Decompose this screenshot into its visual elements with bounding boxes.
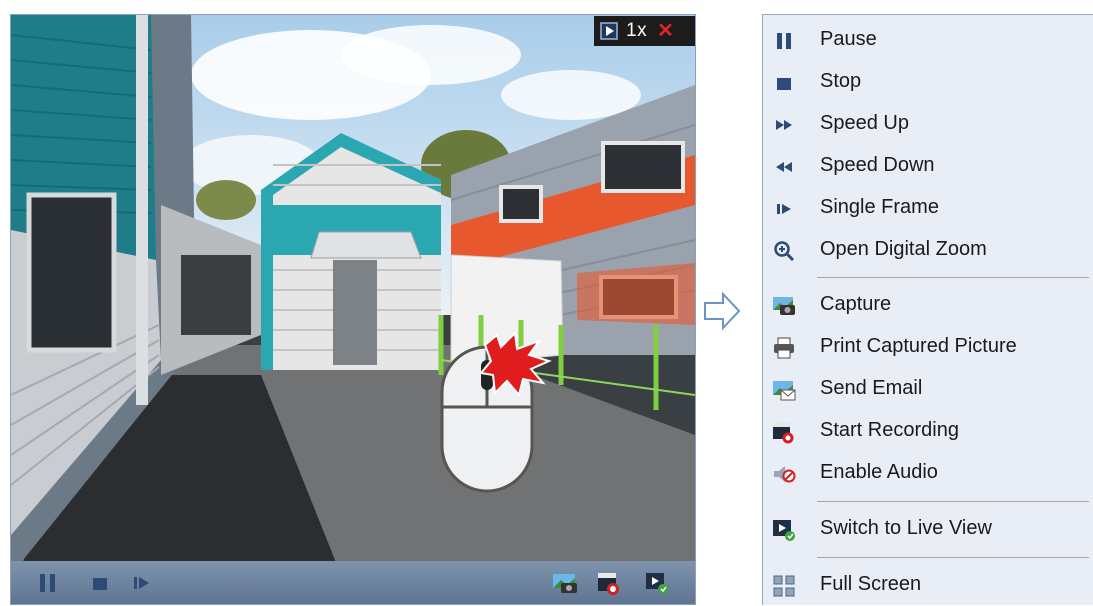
printer-icon [772, 336, 796, 360]
single-frame-icon [134, 576, 149, 589]
menu-item-full-screen[interactable]: Full Screen [763, 566, 1093, 606]
menu-separator [817, 501, 1089, 502]
pause-button[interactable] [33, 561, 63, 604]
menu-item-label: Start Recording [820, 419, 959, 441]
capture-icon [772, 294, 796, 318]
menu-item-label: Speed Up [820, 112, 909, 134]
menu-item-label: Full Screen [820, 573, 922, 595]
stop-button[interactable] [85, 561, 115, 604]
start-recording-icon [598, 572, 619, 595]
menu-item-print-captured-picture[interactable]: Print Captured Picture [763, 328, 1093, 368]
video-player-window[interactable]: 1x ✕ [10, 14, 696, 605]
start-recording-icon [772, 420, 796, 444]
playback-speed-label: 1x [626, 20, 648, 41]
menu-item-speed-up[interactable]: Speed Up [763, 105, 1093, 145]
switch-to-live-view-icon [772, 518, 796, 542]
capture-icon [553, 573, 577, 593]
menu-item-label: Single Frame [820, 196, 939, 218]
capture-button[interactable] [547, 561, 583, 604]
zoom-in-icon [772, 239, 796, 263]
menu-item-start-recording[interactable]: Start Recording [763, 412, 1093, 452]
menu-item-single-frame[interactable]: Single Frame [763, 189, 1093, 229]
menu-item-enable-audio[interactable]: Enable Audio [763, 454, 1093, 494]
playback-speed-overlay: 1x ✕ [594, 16, 695, 46]
stop-icon [772, 71, 796, 95]
full-screen-icon [772, 574, 796, 598]
menu-item-pause[interactable]: Pause [763, 21, 1093, 61]
close-icon[interactable]: ✕ [657, 21, 674, 41]
single-frame-icon [772, 197, 796, 221]
audio-disabled-icon [772, 462, 796, 486]
context-menu: Pause Stop Speed Up Speed Down Single Fr… [762, 14, 1093, 605]
menu-item-label: Switch to Live View [820, 517, 992, 539]
menu-item-send-email[interactable]: Send Email [763, 370, 1093, 410]
speed-up-icon [772, 113, 796, 137]
email-icon [772, 378, 796, 402]
menu-item-label: Print Captured Picture [820, 335, 1017, 357]
menu-item-label: Speed Down [820, 154, 935, 176]
menu-item-label: Send Email [820, 377, 923, 399]
single-frame-button[interactable] [127, 561, 157, 604]
record-button[interactable] [591, 561, 627, 604]
menu-item-open-digital-zoom[interactable]: Open Digital Zoom [763, 231, 1093, 271]
menu-item-label: Open Digital Zoom [820, 238, 987, 260]
menu-item-speed-down[interactable]: Speed Down [763, 147, 1093, 187]
pause-icon [772, 29, 796, 53]
menu-separator [817, 277, 1089, 278]
menu-item-label: Pause [820, 28, 877, 50]
menu-item-label: Capture [820, 293, 892, 315]
arrow-icon [704, 292, 741, 330]
menu-item-label: Stop [820, 70, 862, 92]
menu-item-stop[interactable]: Stop [763, 63, 1093, 103]
menu-item-switch-to-live-view[interactable]: Switch to Live View [763, 510, 1093, 550]
menu-item-label: Enable Audio [820, 461, 938, 483]
switch-to-live-view-icon [646, 572, 668, 594]
stop-icon [93, 577, 107, 590]
speed-down-icon [772, 155, 796, 179]
live-view-button[interactable] [639, 561, 675, 604]
playback-toolbar [11, 561, 695, 604]
camera-video-frame [11, 15, 695, 604]
pause-icon [40, 573, 55, 592]
menu-separator [817, 557, 1089, 558]
play-mode-icon[interactable] [600, 22, 618, 40]
menu-item-capture[interactable]: Capture [763, 286, 1093, 326]
